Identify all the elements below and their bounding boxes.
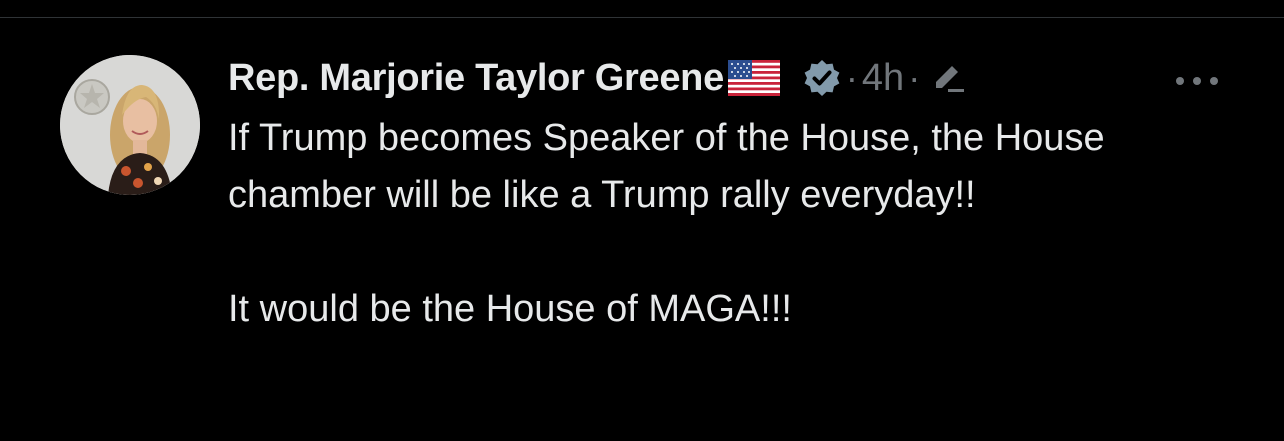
tweet[interactable]: Rep. Marjorie Taylor Greene · 4h · If Tr… bbox=[0, 18, 1284, 441]
tweet-paragraph: If Trump becomes Speaker of the House, t… bbox=[228, 117, 1105, 216]
separator-dot: · bbox=[908, 57, 921, 98]
us-flag-icon bbox=[727, 60, 780, 96]
tweet-paragraph: It would be the House of MAGA!!! bbox=[228, 288, 792, 330]
avatar[interactable] bbox=[60, 55, 200, 195]
verified-badge-icon[interactable] bbox=[802, 58, 842, 98]
more-options-icon[interactable] bbox=[1172, 70, 1222, 92]
tweet-header: Rep. Marjorie Taylor Greene · 4h · bbox=[228, 54, 968, 102]
timestamp[interactable]: 4h bbox=[862, 57, 904, 100]
avatar-image bbox=[60, 55, 200, 195]
tweet-text: If Trump becomes Speaker of the House, t… bbox=[228, 110, 1238, 338]
display-name[interactable]: Rep. Marjorie Taylor Greene bbox=[228, 57, 724, 100]
edit-pencil-icon[interactable] bbox=[928, 58, 968, 98]
separator-dot: · bbox=[845, 57, 858, 98]
